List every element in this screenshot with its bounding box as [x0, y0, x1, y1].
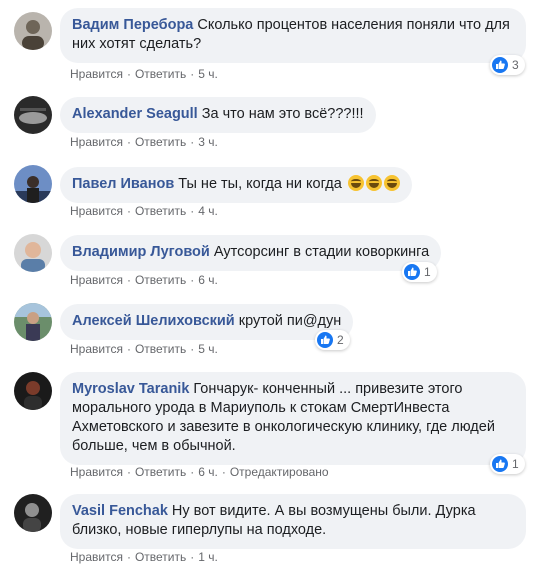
reaction-number: 3 — [512, 58, 519, 72]
comment-bubble: Myroslav Taranik Гончарук- конченный ... … — [60, 372, 526, 465]
user-avatar-icon[interactable] — [14, 494, 52, 532]
comment-author[interactable]: Павел Иванов — [72, 176, 174, 192]
comment-time[interactable]: 1 ч. — [198, 550, 218, 564]
reaction-count[interactable]: 3 — [490, 55, 525, 75]
user-avatar-icon[interactable] — [14, 165, 52, 203]
comment-bubble: Павел Иванов Ты не ты, когда ни когда — [60, 167, 412, 203]
reply-link[interactable]: Ответить — [135, 342, 186, 356]
reaction-count[interactable]: 1 — [490, 454, 525, 474]
comment-bubble: Алексей Шелиховский крутой пи@дун — [60, 304, 354, 340]
user-avatar-icon[interactable] — [14, 234, 52, 272]
comment-author[interactable]: Alexander Seagull — [72, 106, 198, 122]
comment-author[interactable]: Владимир Луговой — [72, 244, 210, 260]
comment-author[interactable]: Алексей Шелиховский — [72, 313, 235, 329]
reply-link[interactable]: Ответить — [135, 465, 186, 479]
comment-time[interactable]: 6 ч. — [198, 465, 218, 479]
comment-time[interactable]: 4 ч. — [198, 204, 218, 218]
comment-time[interactable]: 5 ч. — [198, 342, 218, 356]
comment-actions: Нравится · Ответить · 6 ч. · Отредактировано — [70, 465, 329, 479]
reaction-number: 2 — [337, 333, 344, 347]
comment-author[interactable]: Вадим Перебора — [72, 17, 193, 33]
like-link[interactable]: Нравится — [70, 135, 123, 149]
reply-link[interactable]: Ответить — [135, 204, 186, 218]
comment-text: Ты не ты, когда ни когда — [178, 176, 342, 192]
reply-link[interactable]: Ответить — [135, 67, 186, 81]
comment-actions: Нравится · Ответить · 4 ч. — [70, 204, 218, 218]
user-avatar-icon[interactable] — [14, 12, 52, 50]
reply-link[interactable]: Ответить — [135, 273, 186, 287]
laughing-emoji-icon — [383, 175, 400, 191]
comment-time[interactable]: 5 ч. — [198, 67, 218, 81]
laughing-emoji-icon — [347, 175, 364, 191]
laughing-emoji-icon — [365, 175, 382, 191]
comment-text: Аутсорсинг в стадии коворкинга — [213, 244, 430, 260]
reply-link[interactable]: Ответить — [135, 135, 186, 149]
like-link[interactable]: Нравится — [70, 342, 123, 356]
reaction-count[interactable]: 1 — [402, 262, 437, 282]
comment-bubble: Владимир Луговой Аутсорсинг в стадии ково… — [60, 235, 442, 271]
edited-label[interactable]: Отредактировано — [230, 465, 329, 479]
reply-link[interactable]: Ответить — [135, 550, 186, 564]
comment-actions: Нравится · Ответить · 1 ч. — [70, 550, 218, 564]
like-link[interactable]: Нравится — [70, 550, 123, 564]
user-avatar-icon[interactable] — [14, 372, 52, 410]
comment-time[interactable]: 6 ч. — [198, 273, 218, 287]
like-icon — [492, 456, 508, 472]
comment-time[interactable]: 3 ч. — [198, 135, 218, 149]
comment-actions: Нравится · Ответить · 5 ч. — [70, 67, 218, 81]
comment-author[interactable]: Vasil Fenchak — [72, 503, 168, 519]
like-icon — [492, 57, 508, 73]
like-link[interactable]: Нравится — [70, 67, 123, 81]
like-icon — [317, 332, 333, 348]
comment-text: За что нам это всё???!!! — [201, 106, 364, 122]
comment-bubble: Vasil Fenchak Ну вот видите. А вы возмуще… — [60, 494, 526, 549]
comment-actions: Нравится · Ответить · 3 ч. — [70, 135, 218, 149]
user-avatar-icon[interactable] — [14, 96, 52, 134]
comment-actions: Нравится · Ответить · 6 ч. — [70, 273, 218, 287]
like-icon — [404, 264, 420, 280]
like-link[interactable]: Нравится — [70, 204, 123, 218]
comment-bubble: Alexander Seagull За что нам это всё???!!… — [60, 97, 376, 133]
like-link[interactable]: Нравится — [70, 273, 123, 287]
comment-bubble: Вадим Перебора Сколько процентов населени… — [60, 8, 526, 63]
user-avatar-icon[interactable] — [14, 303, 52, 341]
reaction-number: 1 — [424, 265, 431, 279]
reaction-number: 1 — [512, 457, 519, 471]
comment-author[interactable]: Myroslav Taranik — [72, 381, 189, 397]
comment-text: крутой пи@дун — [238, 313, 342, 329]
reaction-count[interactable]: 2 — [315, 330, 350, 350]
like-link[interactable]: Нравится — [70, 465, 123, 479]
comment-actions: Нравится · Ответить · 5 ч. — [70, 342, 218, 356]
